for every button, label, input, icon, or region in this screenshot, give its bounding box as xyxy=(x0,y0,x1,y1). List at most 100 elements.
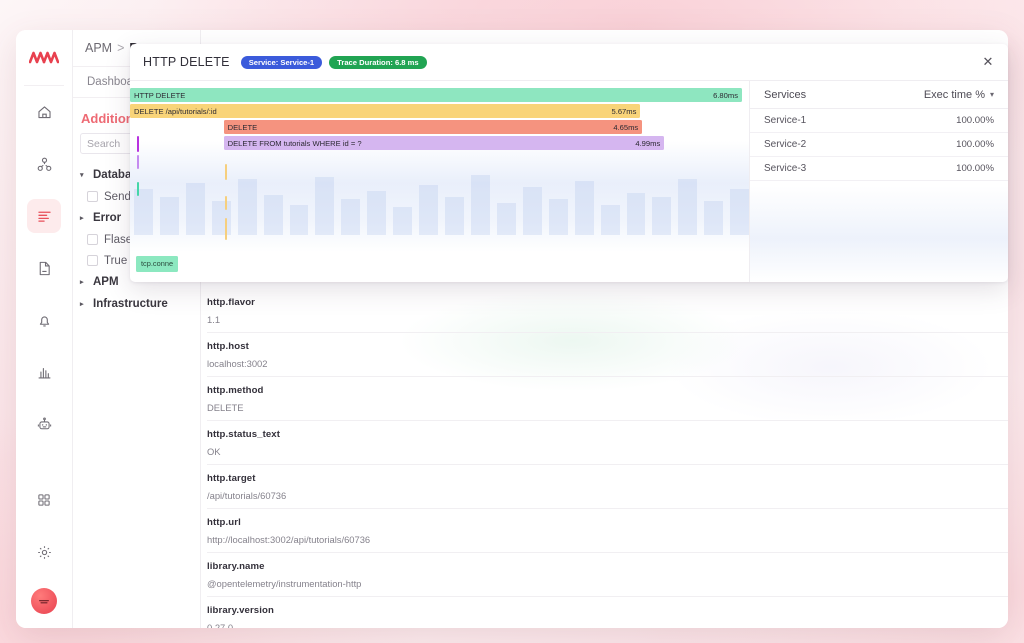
tcp-connect-span[interactable]: tcp.conne xyxy=(136,256,178,272)
filter-group-infrastructure[interactable]: ▸ Infrastructure xyxy=(80,293,200,315)
ghost-bar xyxy=(575,181,594,235)
span-row[interactable]: DELETE FROM tutorials WHERE id = ? 4.99ms xyxy=(130,136,750,150)
span-label: DELETE /api/tutorials/:id xyxy=(134,107,217,116)
services-icon[interactable] xyxy=(27,147,61,181)
ghost-bar xyxy=(238,179,257,235)
span-row[interactable]: HTTP DELETE6.80ms xyxy=(130,88,750,102)
service-name: Service-3 xyxy=(764,163,806,174)
services-header-name: Services xyxy=(764,89,806,101)
alerts-icon[interactable] xyxy=(27,303,61,337)
service-name: Service-1 xyxy=(764,115,806,126)
ghost-bar xyxy=(290,205,309,235)
attribute-row: http.urlhttp://localhost:3002/api/tutori… xyxy=(207,509,1008,553)
ghost-bar xyxy=(367,191,386,235)
span-bar[interactable]: DELETE /api/tutorials/:id 5.67ms xyxy=(130,104,640,118)
apps-icon[interactable] xyxy=(27,483,61,517)
filter-item-label: Flase xyxy=(104,234,132,246)
service-badge: Service: Service-1 xyxy=(241,56,322,69)
chevron-right-icon: ▸ xyxy=(80,278,88,286)
attribute-value: DELETE xyxy=(207,402,1008,413)
span-row[interactable]: DELETE 4.65ms xyxy=(130,120,750,134)
logs-icon[interactable] xyxy=(27,251,61,285)
ghost-bar xyxy=(627,193,646,235)
attribute-row: library.version 0.27.0 xyxy=(207,597,1008,628)
bot-icon[interactable] xyxy=(27,407,61,441)
modal-body: HTTP DELETE6.80ms DELETE /api/tutorials/:… xyxy=(130,81,1008,282)
ghost-bar xyxy=(523,187,542,235)
ghost-bar xyxy=(212,201,231,235)
checkbox[interactable] xyxy=(87,191,98,202)
service-exec-pct: 100.00% xyxy=(956,163,994,174)
home-icon[interactable] xyxy=(27,95,61,129)
ghost-bar xyxy=(393,207,412,235)
attribute-key: http.method xyxy=(207,385,1008,396)
ghost-bar xyxy=(186,183,205,235)
services-rows: Service-1100.00%Service-2100.00%Service-… xyxy=(750,109,1008,181)
signoz-logo[interactable] xyxy=(27,43,61,73)
attribute-key: http.target xyxy=(207,473,1008,484)
ghost-bar xyxy=(652,197,671,235)
service-row[interactable]: Service-1100.00% xyxy=(750,109,1008,133)
attribute-row: http.target/api/tutorials/60736 xyxy=(207,465,1008,509)
attribute-row: http.flavor1.1 xyxy=(207,289,1008,333)
ghost-bar xyxy=(704,201,723,235)
checkbox[interactable] xyxy=(87,255,98,266)
breadcrumb-separator: > xyxy=(117,41,124,55)
span-duration: 6.80ms xyxy=(713,91,738,100)
attribute-value: 1.1 xyxy=(207,314,1008,325)
dashboards-icon[interactable] xyxy=(27,355,61,389)
span-tick[interactable] xyxy=(225,196,227,210)
gear-icon[interactable] xyxy=(27,535,61,569)
attribute-key: http.host xyxy=(207,341,1008,352)
waterfall-background-gradient xyxy=(130,141,749,252)
breadcrumb-root[interactable]: APM xyxy=(85,41,112,55)
span-duration: 4.99ms xyxy=(635,139,660,148)
service-name: Service-2 xyxy=(764,139,806,150)
span-label: DELETE FROM tutorials WHERE id = ? xyxy=(228,139,362,148)
services-panel: Services Exec time % ▾ Service-1100.00%S… xyxy=(750,81,1008,282)
attribute-row: http.status_textOK xyxy=(207,421,1008,465)
ghost-bar xyxy=(601,205,620,235)
span-row[interactable]: DELETE /api/tutorials/:id 5.67ms xyxy=(130,104,750,118)
span-bar[interactable]: HTTP DELETE6.80ms xyxy=(130,88,742,102)
service-row[interactable]: Service-2100.00% xyxy=(750,133,1008,157)
attribute-row: library.name@opentelemetry/instrumentati… xyxy=(207,553,1008,597)
span-tick[interactable] xyxy=(225,218,227,240)
attribute-value: 0.27.0 xyxy=(207,622,1008,628)
chevron-right-icon: ▸ xyxy=(80,214,88,222)
exec-time-sort-control[interactable]: Exec time % ▾ xyxy=(924,89,994,101)
span-tick[interactable] xyxy=(225,164,227,180)
span-label: DELETE xyxy=(228,123,258,132)
ghost-bar xyxy=(419,185,438,235)
ghost-bar xyxy=(730,189,749,235)
icon-rail xyxy=(16,30,73,628)
ghost-bar xyxy=(445,197,464,235)
span-tick[interactable] xyxy=(137,182,139,196)
services-header-metric: Exec time % xyxy=(924,89,985,101)
trace-waterfall: HTTP DELETE6.80ms DELETE /api/tutorials/:… xyxy=(130,81,750,282)
service-row[interactable]: Service-3 100.00% xyxy=(750,157,1008,181)
span-tick[interactable] xyxy=(137,136,139,152)
span-bar[interactable]: DELETE FROM tutorials WHERE id = ? 4.99ms xyxy=(224,136,665,150)
ghost-bar xyxy=(315,177,334,235)
ghost-bar xyxy=(471,175,490,235)
attribute-key: library.version xyxy=(207,605,1008,616)
span-duration: 5.67ms xyxy=(612,107,637,116)
modal-header: HTTP DELETE Service: Service-1 Trace Dur… xyxy=(130,44,1008,81)
chevron-down-icon: ▾ xyxy=(80,171,88,179)
span-duration: 4.65ms xyxy=(613,123,638,132)
span-bar[interactable]: DELETE 4.65ms xyxy=(224,120,643,134)
chevron-right-icon: ▸ xyxy=(80,300,88,308)
span-tick[interactable] xyxy=(137,155,139,169)
traces-icon[interactable] xyxy=(27,199,61,233)
attribute-row: http.method DELETE xyxy=(207,377,1008,421)
attribute-value: http://localhost:3002/api/tutorials/6073… xyxy=(207,534,1008,545)
avatar[interactable] xyxy=(31,588,57,614)
checkbox[interactable] xyxy=(87,234,98,245)
ghost-bar xyxy=(497,203,516,235)
attribute-value: @opentelemetry/instrumentation-http xyxy=(207,578,1008,589)
services-fade xyxy=(750,186,1008,282)
close-icon[interactable]: ✕ xyxy=(978,52,998,72)
filter-group-label: Infrastructure xyxy=(93,298,168,310)
filter-group-label: APM xyxy=(93,276,119,288)
